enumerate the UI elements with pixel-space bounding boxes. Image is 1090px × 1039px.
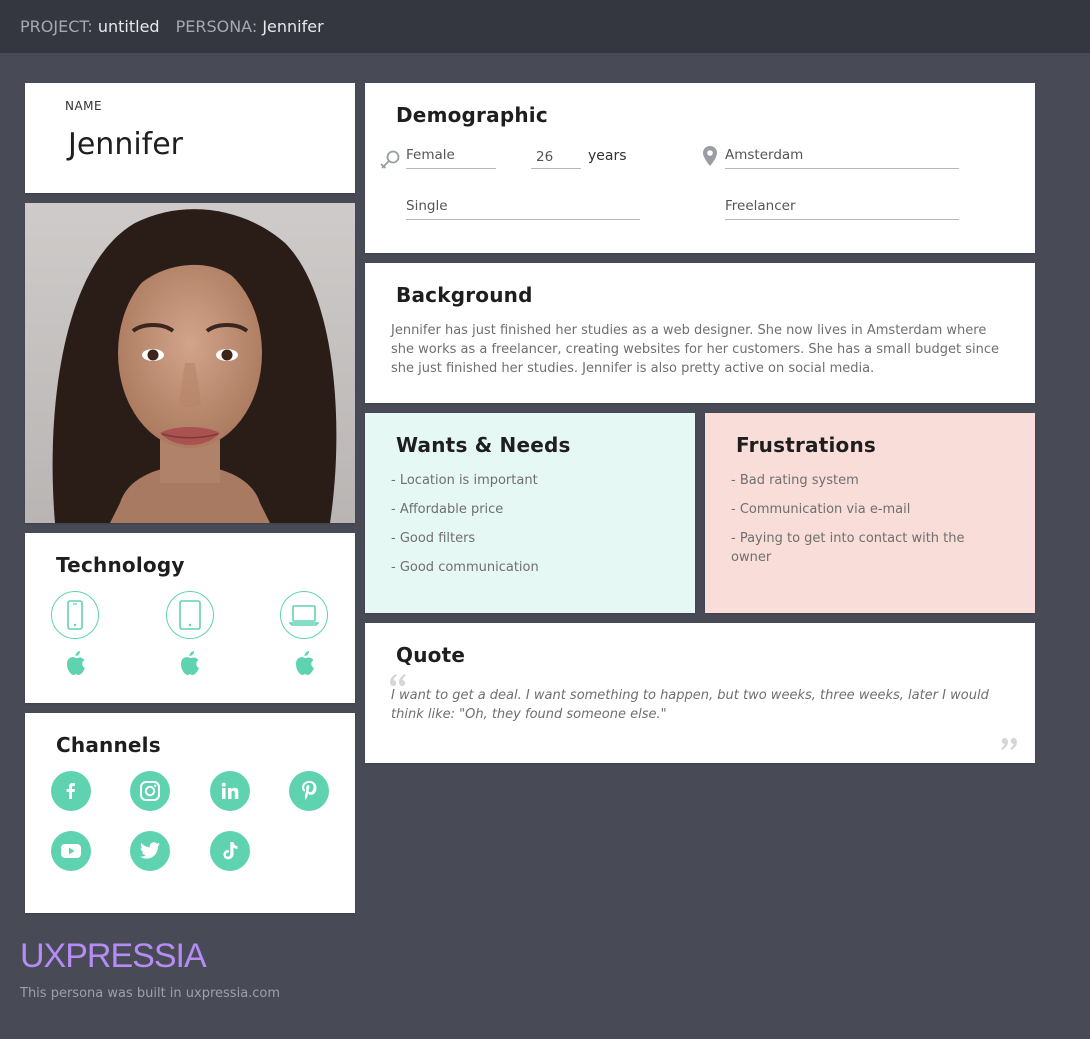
occupation-value: Freelancer	[725, 198, 796, 214]
wants-needs-card: Wants & Needs - Location is important - …	[365, 413, 695, 613]
tiktok-icon[interactable]	[210, 831, 250, 871]
gender-field[interactable]: Female	[406, 147, 496, 169]
project-label: PROJECT:	[20, 17, 93, 36]
project-name[interactable]: untitled	[98, 17, 160, 36]
twitter-icon[interactable]	[130, 831, 170, 871]
instagram-icon[interactable]	[130, 771, 170, 811]
apple-icon[interactable]	[179, 650, 201, 676]
wants-needs-list[interactable]: - Location is important - Affordable pri…	[391, 471, 681, 587]
background-card: Background Jennifer has just finished he…	[365, 263, 1035, 403]
facebook-icon[interactable]	[51, 771, 91, 811]
status-field[interactable]: Single	[406, 198, 640, 220]
frustrations-list[interactable]: - Bad rating system - Communication via …	[731, 471, 991, 577]
quote-text[interactable]: I want to get a deal. I want something t…	[391, 686, 1006, 724]
name-label: NAME	[65, 99, 103, 113]
apple-icon[interactable]	[294, 650, 316, 676]
quote-card: Quote I want to get a deal. I want somet…	[365, 623, 1035, 763]
frustrations-card: Frustrations - Bad rating system - Commu…	[705, 413, 1035, 613]
wants-needs-title: Wants & Needs	[396, 433, 571, 457]
top-bar: PROJECT: untitled PERSONA: Jennifer	[0, 0, 1090, 53]
youtube-icon[interactable]	[51, 831, 91, 871]
open-quote-icon	[390, 674, 406, 686]
background-text[interactable]: Jennifer has just finished her studies a…	[391, 321, 1006, 378]
portrait-image	[25, 203, 355, 523]
list-item: - Good communication	[391, 560, 539, 575]
list-item: - Affordable price	[391, 502, 504, 517]
tablet-icon[interactable]	[166, 591, 214, 639]
age-value: 26	[536, 149, 554, 165]
age-field[interactable]: 26	[531, 147, 581, 169]
uxpressia-logo[interactable]: UXPRESSIA	[20, 937, 207, 976]
gender-icon	[380, 150, 400, 169]
frustrations-title: Frustrations	[736, 433, 877, 457]
demographic-card: Demographic Female 26 years Amsterdam Si…	[365, 83, 1035, 253]
background-title: Background	[396, 283, 533, 307]
occupation-field[interactable]: Freelancer	[725, 198, 959, 220]
apple-icon[interactable]	[65, 650, 87, 676]
close-quote-icon	[1001, 738, 1017, 750]
gender-value: Female	[406, 147, 455, 163]
linkedin-icon[interactable]	[210, 771, 250, 811]
list-item: - Good filters	[391, 531, 476, 546]
pinterest-icon[interactable]	[289, 771, 329, 811]
list-item: - Bad rating system	[731, 473, 859, 488]
persona-name[interactable]: Jennifer	[262, 17, 323, 36]
location-value: Amsterdam	[725, 147, 804, 163]
list-item: - Paying to get into contact with the ow…	[731, 531, 965, 565]
channels-title: Channels	[56, 733, 161, 757]
age-unit: years	[588, 148, 627, 164]
persona-photo[interactable]	[25, 203, 355, 523]
name-card: NAME Jennifer	[25, 83, 355, 193]
status-value: Single	[406, 198, 448, 214]
location-field[interactable]: Amsterdam	[725, 147, 959, 169]
list-item: - Location is important	[391, 473, 538, 488]
mobile-phone-icon[interactable]	[51, 591, 99, 639]
laptop-icon[interactable]	[280, 591, 328, 639]
location-pin-icon	[703, 146, 717, 166]
demographic-title: Demographic	[396, 103, 548, 127]
technology-title: Technology	[56, 553, 185, 577]
persona-label: PERSONA:	[175, 17, 258, 36]
quote-title: Quote	[396, 643, 466, 667]
persona-name-field[interactable]: Jennifer	[68, 127, 183, 162]
channels-card: Channels	[25, 713, 355, 913]
technology-card: Technology	[25, 533, 355, 703]
list-item: - Communication via e-mail	[731, 502, 911, 517]
built-with-note: This persona was built in uxpressia.com	[20, 986, 281, 1001]
